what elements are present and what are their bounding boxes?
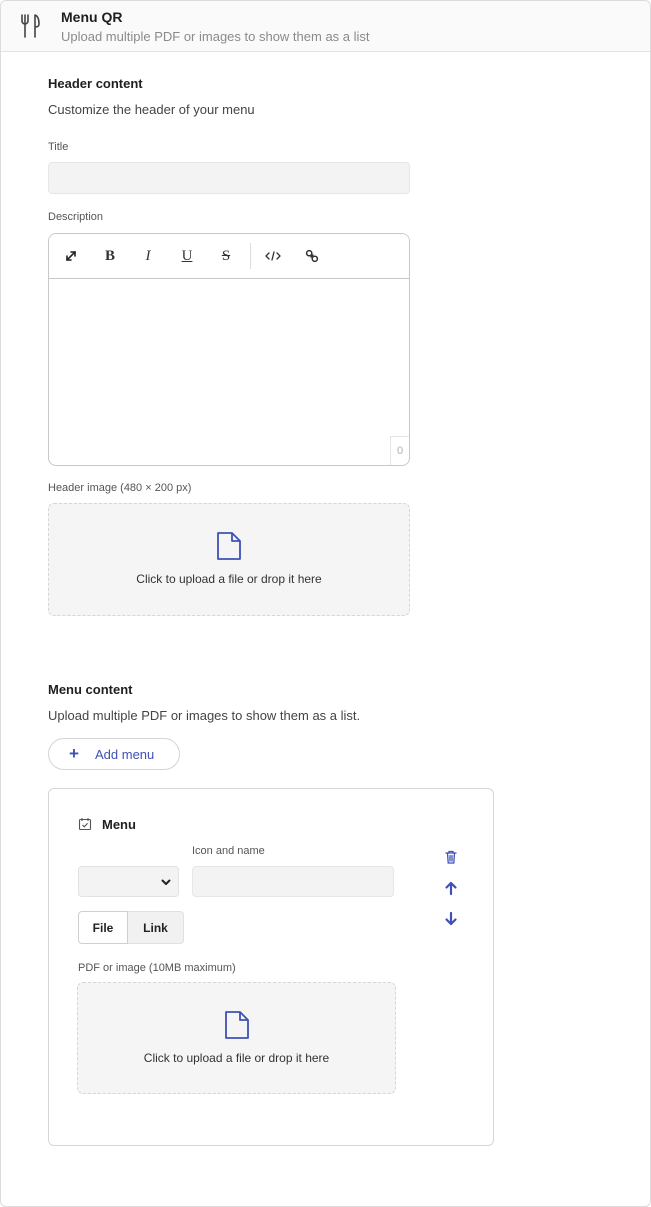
editor-toolbar: B I U S — [49, 234, 409, 279]
tab-link[interactable]: Link — [127, 911, 184, 944]
strikethrough-icon[interactable]: S — [216, 246, 236, 266]
menu-file-dropzone[interactable]: Click to upload a file or drop it here — [77, 982, 396, 1094]
icon-select[interactable] — [78, 866, 179, 897]
app-header: Menu QR Upload multiple PDF or images to… — [1, 1, 650, 52]
header-image-label: Header image (480 × 200 px) — [48, 482, 192, 494]
expand-icon[interactable] — [61, 246, 81, 266]
app-subtitle: Upload multiple PDF or images to show th… — [61, 29, 370, 44]
description-editor: B I U S 0 — [48, 233, 410, 466]
italic-icon[interactable]: I — [138, 246, 158, 266]
add-menu-button[interactable]: + Add menu — [48, 738, 180, 770]
tab-file[interactable]: File — [78, 911, 128, 944]
app-frame: Menu QR Upload multiple PDF or images to… — [0, 0, 651, 1207]
menu-content-description: Upload multiple PDF or images to show th… — [48, 708, 361, 723]
fork-knife-icon — [21, 14, 40, 38]
link-icon[interactable] — [302, 246, 322, 266]
underline-icon[interactable]: U — [177, 246, 197, 266]
file-label: PDF or image (10MB maximum) — [78, 962, 236, 974]
char-counter: 0 — [390, 436, 409, 465]
app-title: Menu QR — [61, 9, 123, 25]
file-icon — [224, 1011, 249, 1039]
chevron-down-icon — [161, 879, 171, 885]
arrow-up-icon[interactable] — [443, 880, 459, 896]
menu-name-input[interactable] — [192, 866, 394, 897]
add-menu-label: Add menu — [95, 747, 155, 762]
header-content-title: Header content — [48, 76, 143, 91]
trash-icon[interactable] — [443, 849, 459, 865]
header-content-description: Customize the header of your menu — [48, 102, 255, 117]
menu-content-title: Menu content — [48, 682, 133, 697]
upload-text: Click to upload a file or drop it here — [143, 1051, 330, 1065]
title-label: Title — [48, 141, 69, 153]
title-input[interactable] — [48, 162, 410, 194]
toolbar-divider — [250, 243, 251, 269]
icon-name-label: Icon and name — [192, 845, 265, 857]
menu-card-heading: Menu — [102, 817, 136, 832]
file-icon — [217, 532, 241, 560]
calendar-check-icon — [78, 818, 92, 831]
bold-icon[interactable]: B — [100, 246, 120, 266]
description-label: Description — [48, 211, 104, 223]
code-icon[interactable] — [263, 246, 283, 266]
header-image-dropzone[interactable]: Click to upload a file or drop it here — [48, 503, 410, 616]
plus-icon: + — [69, 744, 79, 763]
arrow-down-icon[interactable] — [443, 911, 459, 927]
upload-text: Click to upload a file or drop it here — [136, 572, 322, 586]
